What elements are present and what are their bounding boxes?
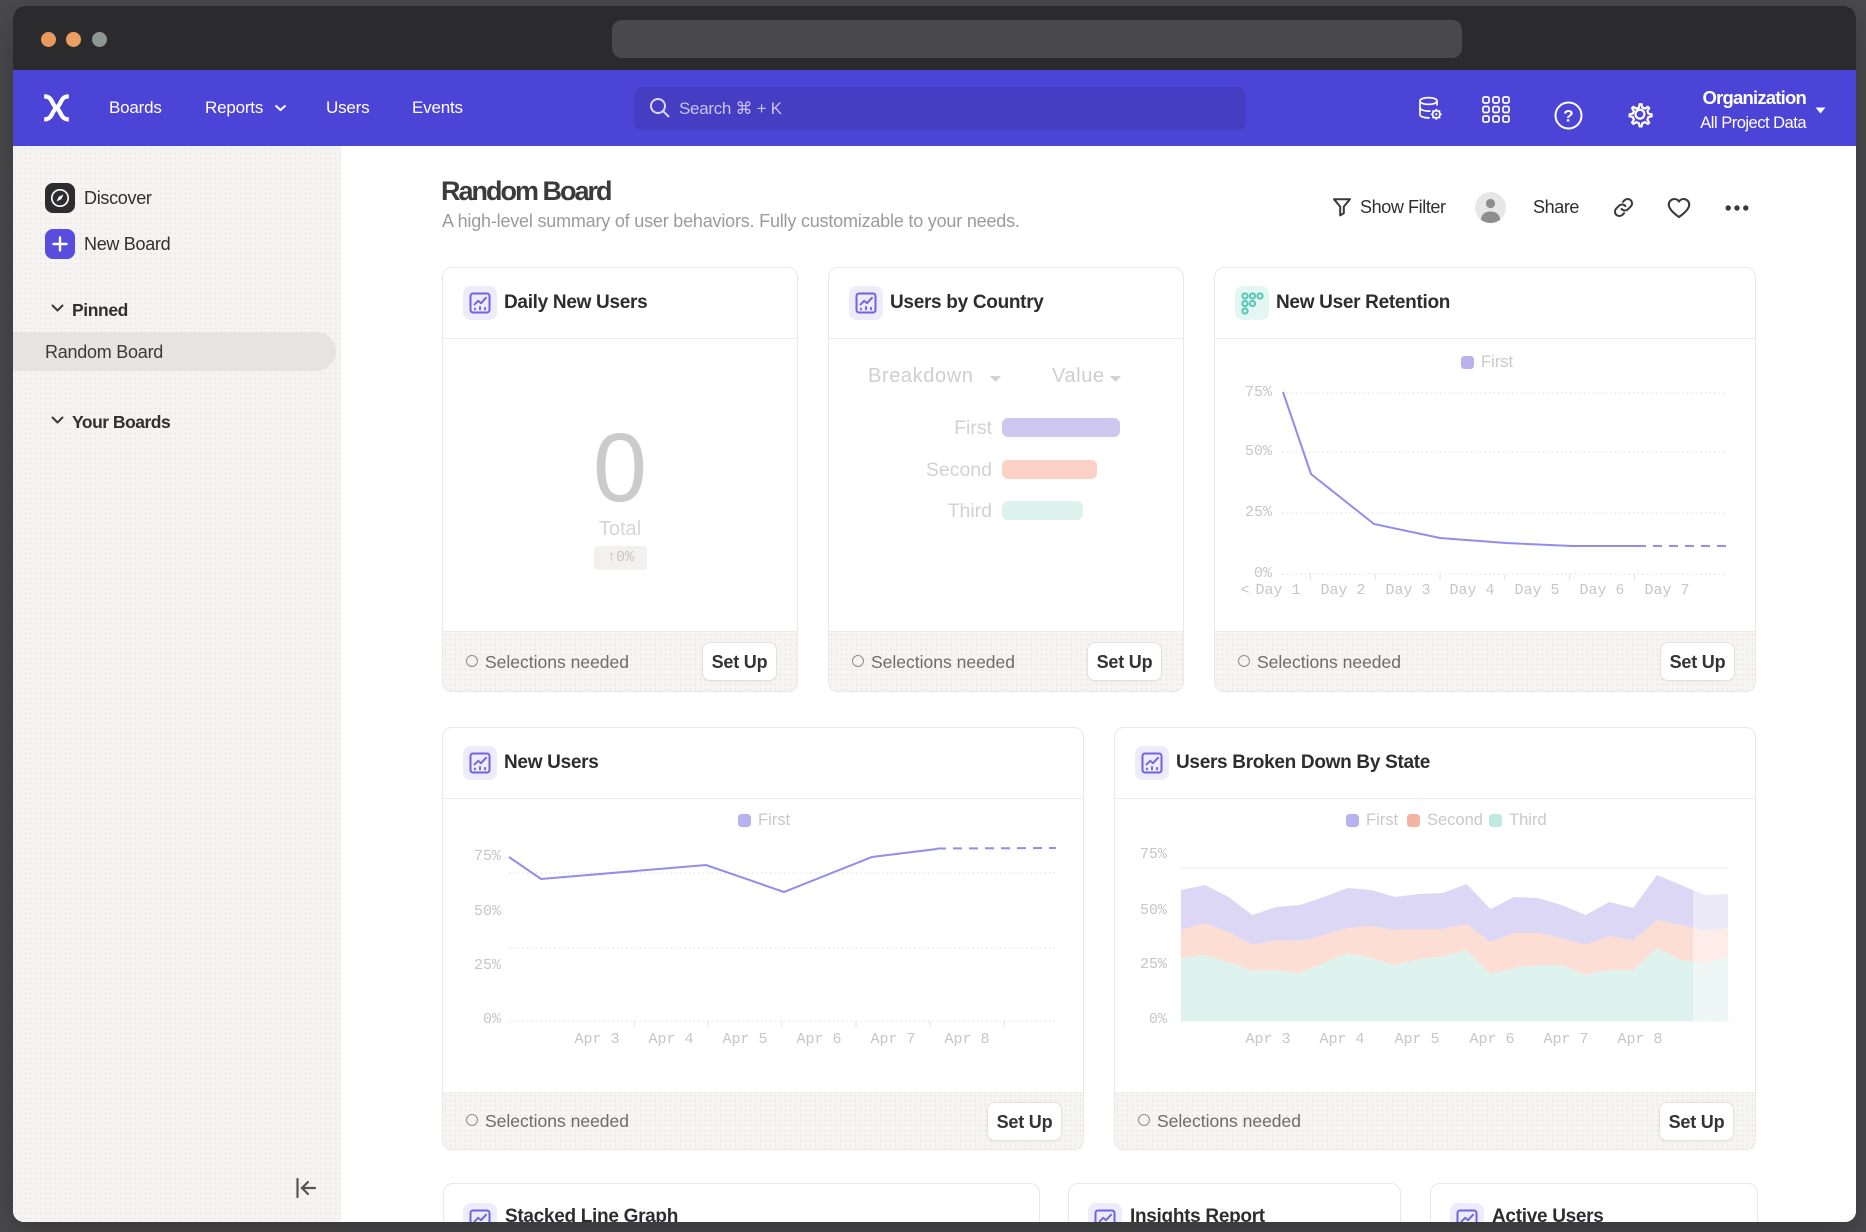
svg-text:?: ? <box>1563 106 1573 125</box>
